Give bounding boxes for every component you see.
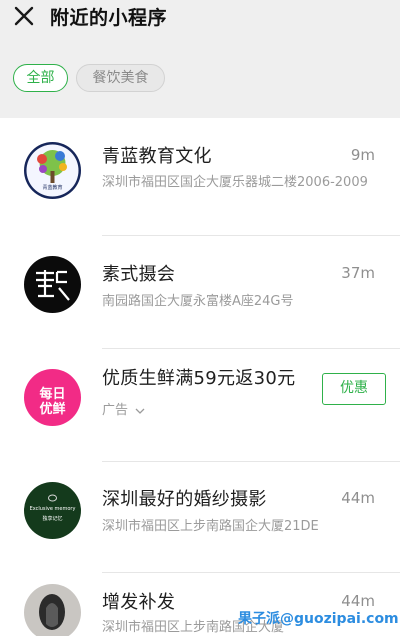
item-distance: 44m	[341, 489, 375, 507]
filter-chip-food[interactable]: 餐饮美食	[76, 64, 165, 92]
close-icon[interactable]	[13, 5, 35, 27]
list-item-ad[interactable]: 每日 优鲜 优质生鲜满59元返30元 广告 优惠	[0, 348, 400, 462]
ad-label[interactable]: 广告	[102, 399, 145, 418]
chevron-down-icon	[135, 408, 145, 414]
avatar	[24, 256, 81, 313]
item-name: 深圳最好的婚纱摄影	[102, 489, 267, 510]
watermark: 果子派@guozipai.com	[238, 611, 399, 627]
item-address: 南园路国企大厦永富楼A座24G号	[102, 294, 294, 309]
item-name: 青蓝教育文化	[102, 146, 212, 167]
page-title: 附近的小程序	[50, 7, 168, 29]
list-item[interactable]: 素式摄会 37m 南园路国企大厦永富楼A座24G号	[0, 236, 400, 349]
avatar-logo-text-2: 优鲜	[39, 402, 66, 417]
avatar: 青蓝教育	[24, 142, 81, 199]
list-item[interactable]: Exclusive memory 独享记忆 深圳最好的婚纱摄影 44m 深圳市福…	[0, 461, 400, 573]
item-distance: 37m	[341, 264, 375, 282]
list-item[interactable]: 青蓝教育 青蓝教育文化 9m 深圳市福田区国企大厦乐器城二楼2006-2009	[0, 118, 400, 236]
item-address: 深圳市福田区国企大厦乐器城二楼2006-2009	[102, 175, 368, 190]
item-distance: 9m	[350, 146, 375, 164]
avatar: 每日 优鲜	[24, 369, 81, 426]
avatar-logo-text-1: Exclusive memory	[29, 506, 76, 512]
avatar	[24, 584, 81, 636]
avatar: Exclusive memory 独享记忆	[24, 482, 81, 539]
ad-label-text: 广告	[102, 403, 129, 418]
item-name: 增发补发	[102, 592, 176, 613]
mini-program-list: 青蓝教育 青蓝教育文化 9m 深圳市福田区国企大厦乐器城二楼2006-2009 …	[0, 118, 400, 636]
item-name: 优质生鲜满59元返30元	[102, 368, 296, 389]
avatar-logo-text: 青蓝教育	[42, 185, 63, 191]
avatar-logo-text-2: 独享记忆	[42, 516, 63, 522]
promo-button[interactable]: 优惠	[322, 373, 386, 405]
item-address: 深圳市福田区上步南路国企大厦21DE	[102, 519, 319, 534]
top-bar: 附近的小程序 全部 餐饮美食	[0, 0, 400, 118]
item-name: 素式摄会	[102, 264, 176, 285]
filter-chip-all[interactable]: 全部	[13, 64, 68, 92]
